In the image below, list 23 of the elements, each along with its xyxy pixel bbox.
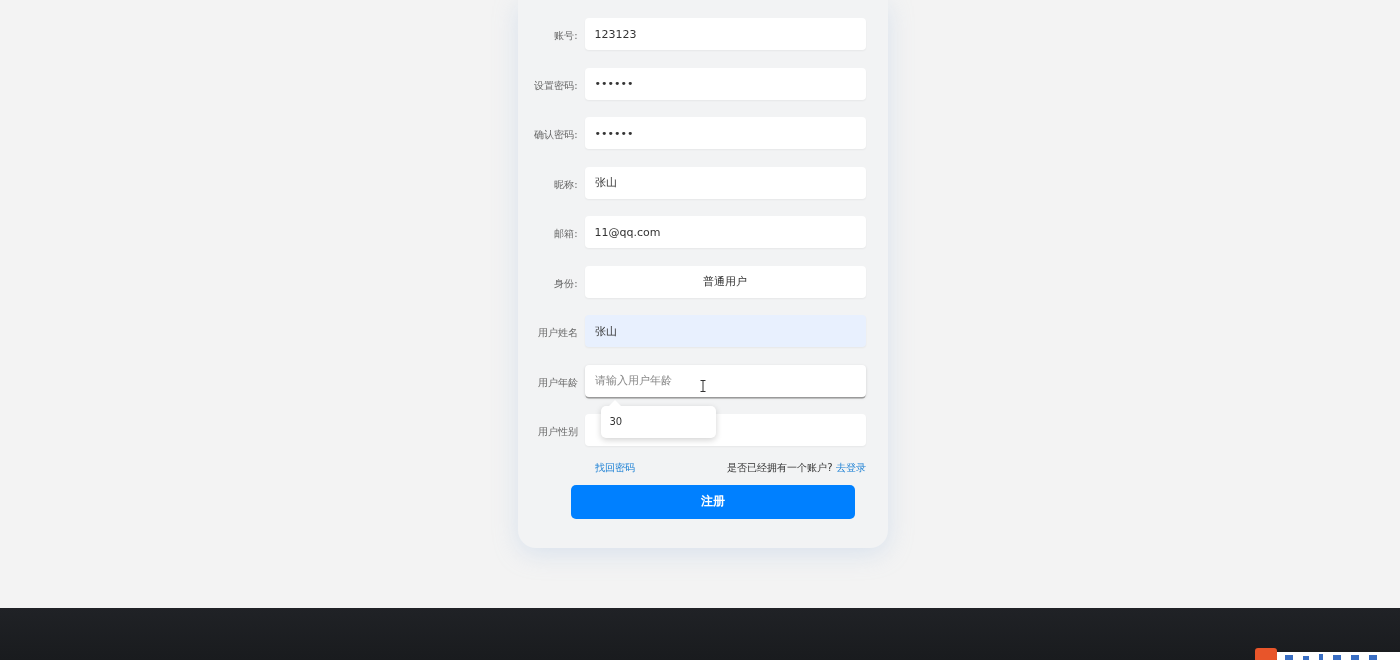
input-field[interactable]: 张山: [584, 166, 866, 199]
input-field[interactable]: 123123: [584, 18, 866, 50]
input-field[interactable]: 张山: [584, 315, 866, 347]
login-link[interactable]: 去登录: [835, 460, 866, 475]
field-label: 用户年龄: [536, 375, 578, 390]
field-label: 用户姓名: [536, 326, 578, 340]
text-cursor-icon: [699, 379, 706, 392]
register-button[interactable]: 注册: [570, 484, 855, 519]
select-field[interactable]: 普通用户: [584, 265, 866, 298]
input-field[interactable]: 11@qq.com: [584, 216, 866, 248]
account-question: 是否已经拥有一个账户?: [727, 460, 833, 475]
field-label: 设置密码:: [533, 78, 578, 93]
recover-password-link[interactable]: 找回密码: [594, 460, 635, 475]
password-field[interactable]: ••••••: [584, 117, 866, 149]
field-label: 确认密码:: [533, 128, 578, 142]
field-label: 用户性别: [536, 425, 578, 439]
suggestion-item[interactable]: 30: [600, 416, 623, 427]
field-label: 账号:: [553, 29, 578, 43]
input-field[interactable]: 请输入用户年龄: [584, 364, 866, 397]
field-label: 昵称:: [553, 177, 578, 192]
field-label: 邮箱:: [553, 227, 578, 241]
field-label: 身份:: [553, 276, 578, 291]
password-field[interactable]: ••••••: [584, 67, 866, 100]
